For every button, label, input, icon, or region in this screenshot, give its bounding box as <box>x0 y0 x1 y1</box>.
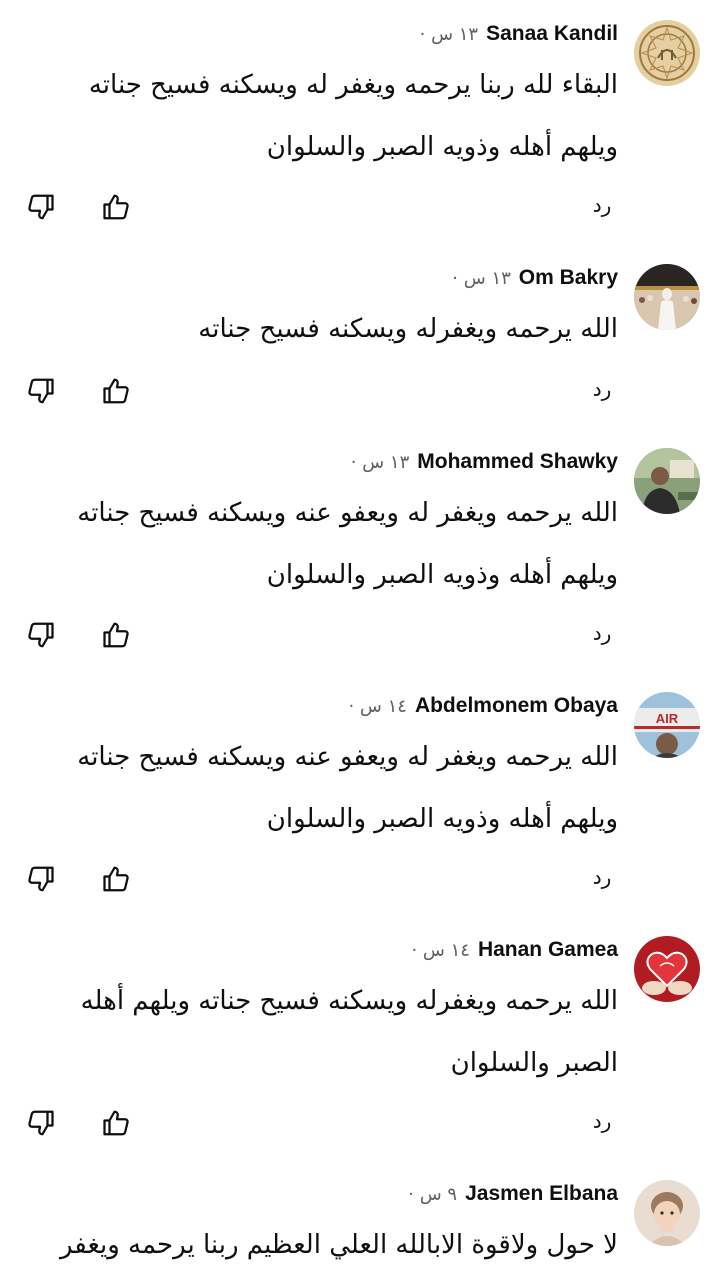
comment-time: ١٤ س · <box>348 696 407 717</box>
comment-author[interactable]: Mohammed Shawky <box>417 450 618 474</box>
comment-time: ١٣ س · <box>350 452 410 473</box>
comment-item: Mohammed Shawky ١٣ س · الله يرحمه ويغفر … <box>0 428 720 672</box>
dislike-button[interactable] <box>18 613 62 657</box>
comment-text: الله يرحمه ويغفرله ويسكنه فسيح جناته ويل… <box>80 986 618 1078</box>
comment-item: AIR Abdelmonem Obaya ١٤ س · الله يرحمه و… <box>0 672 720 916</box>
avatar[interactable] <box>634 1180 700 1246</box>
man-photo-avatar-icon <box>634 448 700 514</box>
comment-time: ١٣ س · <box>452 268 511 289</box>
child-photo-avatar-icon <box>634 1180 700 1246</box>
thumbs-down-icon <box>28 866 54 892</box>
reply-button[interactable]: رد <box>572 193 632 217</box>
comment-item: Sanaa Kandil ١٣ س · البقاء لله ربنا يرحم… <box>0 0 720 244</box>
airplane-photo-avatar-icon: AIR <box>634 692 700 758</box>
comment-time: ١٣ س · <box>419 24 479 45</box>
comment-text: الله يرحمه ويغفر له ويعفو عنه ويسكنه فسي… <box>77 742 618 834</box>
avatar[interactable] <box>634 20 700 86</box>
thumbs-up-icon <box>103 866 129 892</box>
comment-text: الله يرحمه ويغفر له ويعفو عنه ويسكنه فسي… <box>77 498 618 590</box>
comment-author[interactable]: Jasmen Elbana <box>465 1182 618 1206</box>
dislike-button[interactable] <box>18 185 62 229</box>
comment-author[interactable]: Hanan Gamea <box>478 938 618 962</box>
calligraphy-avatar-icon <box>634 20 700 86</box>
avatar[interactable] <box>634 264 700 330</box>
avatar[interactable] <box>634 936 700 1002</box>
like-button[interactable] <box>95 857 139 901</box>
comment-text: البقاء لله ربنا يرحمه ويغفر له ويسكنه فس… <box>88 70 618 162</box>
like-button[interactable] <box>95 1101 139 1145</box>
avatar[interactable]: AIR <box>634 692 700 758</box>
comment-author[interactable]: Abdelmonem Obaya <box>415 694 618 718</box>
dislike-button[interactable] <box>18 857 62 901</box>
dislike-button[interactable] <box>18 1101 62 1145</box>
like-button[interactable] <box>95 369 139 413</box>
thumbs-down-icon <box>28 1110 54 1136</box>
comment-text: لا حول ولاقوة الابالله العلي العظيم ربنا… <box>59 1230 618 1260</box>
dislike-button[interactable] <box>18 369 62 413</box>
thumbs-down-icon <box>28 622 54 648</box>
comment-actions: رد <box>0 185 720 235</box>
comment-item: Jasmen Elbana ٩ س · لا حول ولاقوة الابال… <box>0 1160 720 1267</box>
comment-time: ٩ س · <box>408 1184 458 1205</box>
thumbs-up-icon <box>103 378 129 404</box>
heart-hands-avatar-icon <box>634 936 700 1002</box>
thumbs-up-icon <box>103 1110 129 1136</box>
thumbs-up-icon <box>103 194 129 220</box>
reply-button[interactable]: رد <box>572 621 632 645</box>
like-button[interactable] <box>95 185 139 229</box>
comment-time: ١٤ س · <box>411 940 470 961</box>
kaaba-photo-avatar-icon <box>634 264 700 330</box>
reply-button[interactable]: رد <box>572 377 632 401</box>
comment-actions: رد <box>0 857 720 907</box>
comment-item: Hanan Gamea ١٤ س · الله يرحمه ويغفرله وي… <box>0 916 720 1160</box>
comment-actions: رد <box>0 1101 720 1151</box>
svg-text:AIR: AIR <box>656 711 679 726</box>
reply-button[interactable]: رد <box>572 865 632 889</box>
thumbs-down-icon <box>28 194 54 220</box>
comment-actions: رد <box>0 369 720 419</box>
avatar[interactable] <box>634 448 700 514</box>
reply-button[interactable]: رد <box>572 1109 632 1133</box>
comment-author[interactable]: Om Bakry <box>519 266 618 290</box>
comment-text: الله يرحمه ويغفرله ويسكنه فسيح جناته <box>198 314 618 344</box>
thumbs-up-icon <box>103 622 129 648</box>
like-button[interactable] <box>95 613 139 657</box>
thumbs-down-icon <box>28 378 54 404</box>
comment-author[interactable]: Sanaa Kandil <box>486 22 618 46</box>
comment-actions: رد <box>0 613 720 663</box>
